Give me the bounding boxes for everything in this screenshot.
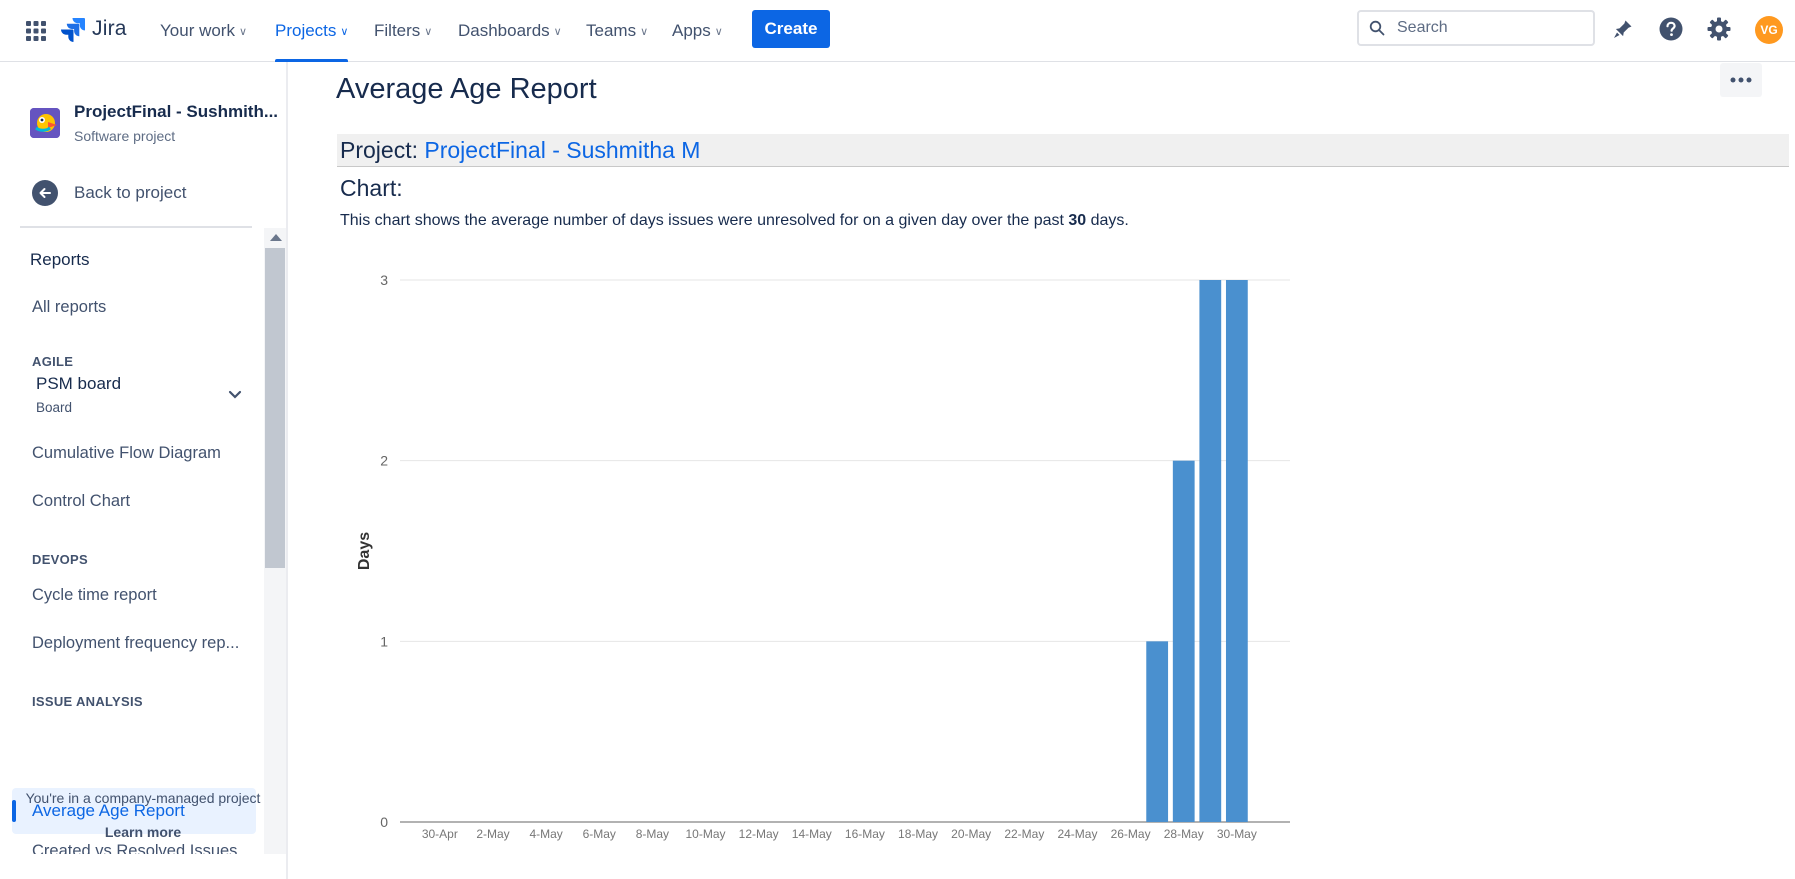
jira-logo[interactable]: Jira: [60, 14, 127, 44]
x-tick-label: 8-May: [636, 827, 669, 841]
nav-apps[interactable]: Apps ∨: [672, 0, 723, 62]
desc-text: This chart shows the average number of d…: [340, 212, 1069, 229]
chevron-down-icon: ∨: [640, 25, 649, 38]
board-name: PSM board: [36, 374, 122, 393]
learn-more-link[interactable]: Learn more: [0, 824, 286, 840]
devops-heading: DEVOPS: [32, 552, 88, 567]
project-avatar-icon: [30, 108, 60, 138]
create-button[interactable]: Create: [752, 10, 830, 48]
chevron-down-icon: ∨: [553, 25, 562, 38]
issue-analysis-heading: ISSUE ANALYSIS: [32, 694, 143, 709]
project-link[interactable]: ProjectFinal - Sushmitha M: [424, 137, 700, 163]
reports-heading: Reports: [30, 250, 90, 269]
nav-label: Filters: [374, 21, 421, 40]
sidebar-scrollbar[interactable]: [264, 228, 286, 854]
sidebar-item-cumulative-flow[interactable]: Cumulative Flow Diagram: [32, 444, 221, 463]
chevron-down-icon: ∨: [714, 25, 723, 38]
sidebar-item-deployment-frequency[interactable]: Deployment frequency rep...: [32, 634, 239, 653]
nav-projects[interactable]: Projects ∨: [275, 0, 349, 62]
project-header[interactable]: ProjectFinal - Sushmith... Software proj…: [30, 102, 278, 144]
project-name: ProjectFinal - Sushmith...: [74, 102, 279, 121]
y-tick-label: 0: [380, 814, 388, 830]
nav-label: Dashboards: [458, 21, 550, 40]
project-sidebar: ProjectFinal - Sushmith... Software proj…: [0, 62, 288, 879]
y-axis-label: Days: [356, 532, 373, 570]
sidebar-scroll-area: Reports All reports AGILE PSM board Boar…: [0, 228, 262, 854]
sidebar-item-created-vs-resolved[interactable]: Created vs Resolved Issues: [32, 842, 237, 854]
x-tick-label: 28-May: [1164, 827, 1204, 841]
x-tick-label: 30-May: [1217, 827, 1257, 841]
x-tick-label: 30-Apr: [422, 827, 458, 841]
back-to-project-link[interactable]: Back to project: [32, 180, 186, 206]
x-tick-label: 20-May: [951, 827, 991, 841]
y-tick-label: 2: [380, 453, 388, 469]
sidebar-item-cycle-time[interactable]: Cycle time report: [32, 586, 157, 605]
app-switcher-icon[interactable]: [22, 17, 50, 45]
x-tick-label: 10-May: [686, 827, 726, 841]
nav-your-work[interactable]: Your work ∨: [160, 0, 247, 62]
y-tick-label: 3: [380, 272, 388, 288]
x-tick-label: 6-May: [583, 827, 616, 841]
x-tick-label: 2-May: [476, 827, 509, 841]
x-tick-label: 14-May: [792, 827, 832, 841]
sidebar-footer: You're in a company-managed project Lear…: [0, 790, 286, 840]
nav-teams[interactable]: Teams ∨: [586, 0, 648, 62]
nav-label: Teams: [586, 21, 637, 40]
board-type: Board: [36, 400, 73, 415]
user-avatar[interactable]: VG: [1755, 16, 1783, 44]
desc-days: 30: [1068, 212, 1087, 229]
project-prefix: Project:: [340, 137, 418, 163]
chevron-down-icon: ∨: [238, 25, 248, 38]
chart-bar: [1146, 641, 1169, 822]
x-tick-label: 18-May: [898, 827, 938, 841]
chevron-down-icon: ∨: [340, 25, 349, 38]
jira-logo-text: Jira: [92, 17, 127, 40]
arrow-left-icon: [32, 180, 58, 206]
x-tick-label: 4-May: [529, 827, 562, 841]
nav-label: Apps: [672, 21, 711, 40]
nav-label: Your work: [160, 21, 235, 40]
notifications-icon[interactable]: [1608, 14, 1638, 44]
settings-gear-icon[interactable]: [1704, 14, 1734, 44]
chart-bar: [1172, 460, 1195, 822]
agile-heading: AGILE: [32, 354, 74, 369]
chart-description: This chart shows the average number of d…: [340, 212, 1129, 230]
project-bar: Project: ProjectFinal - Sushmitha M: [337, 134, 1789, 167]
jira-logo-icon: [61, 18, 85, 42]
nav-dashboards[interactable]: Dashboards ∨: [458, 0, 562, 62]
sidebar-item-all-reports[interactable]: All reports: [32, 298, 106, 317]
x-tick-label: 22-May: [1004, 827, 1044, 841]
x-tick-label: 12-May: [739, 827, 779, 841]
average-age-chart: 0 1 2 3 Days 30-Apr 2-May 4-May 6-May 8-May 10-May…: [356, 272, 1290, 841]
scroll-up-arrow-icon[interactable]: [270, 234, 282, 241]
top-navigation: Jira Your work ∨ Projects ∨ Filters ∨ Dashb…: [0, 0, 1795, 62]
more-actions-button[interactable]: [1720, 63, 1762, 97]
search-icon: [1369, 20, 1385, 36]
help-icon[interactable]: [1656, 14, 1686, 44]
company-managed-text: You're in a company-managed project: [25, 790, 261, 806]
chart-bar: [1199, 280, 1222, 822]
desc-text-end: days.: [1086, 212, 1129, 229]
board-selector[interactable]: PSM board Board: [36, 374, 246, 422]
x-tick-label: 24-May: [1057, 827, 1097, 841]
nav-label: Projects: [275, 21, 337, 40]
scrollbar-thumb[interactable]: [265, 248, 285, 568]
more-horizontal-icon: [1730, 77, 1752, 83]
x-tick-label: 16-May: [845, 827, 885, 841]
project-type: Software project: [74, 128, 176, 144]
search-input[interactable]: [1395, 18, 1579, 38]
chart-heading: Chart:: [340, 175, 403, 201]
x-tick-label: 26-May: [1111, 827, 1151, 841]
page-title: Average Age Report: [336, 73, 597, 105]
chart-bar: [1225, 280, 1248, 822]
sidebar-item-control-chart[interactable]: Control Chart: [32, 492, 130, 511]
back-label: Back to project: [74, 183, 187, 202]
chevron-down-icon: [228, 390, 242, 399]
nav-filters[interactable]: Filters ∨: [374, 0, 432, 62]
y-tick-label: 1: [380, 633, 388, 649]
search-box[interactable]: [1357, 10, 1595, 46]
chevron-down-icon: ∨: [424, 25, 433, 38]
